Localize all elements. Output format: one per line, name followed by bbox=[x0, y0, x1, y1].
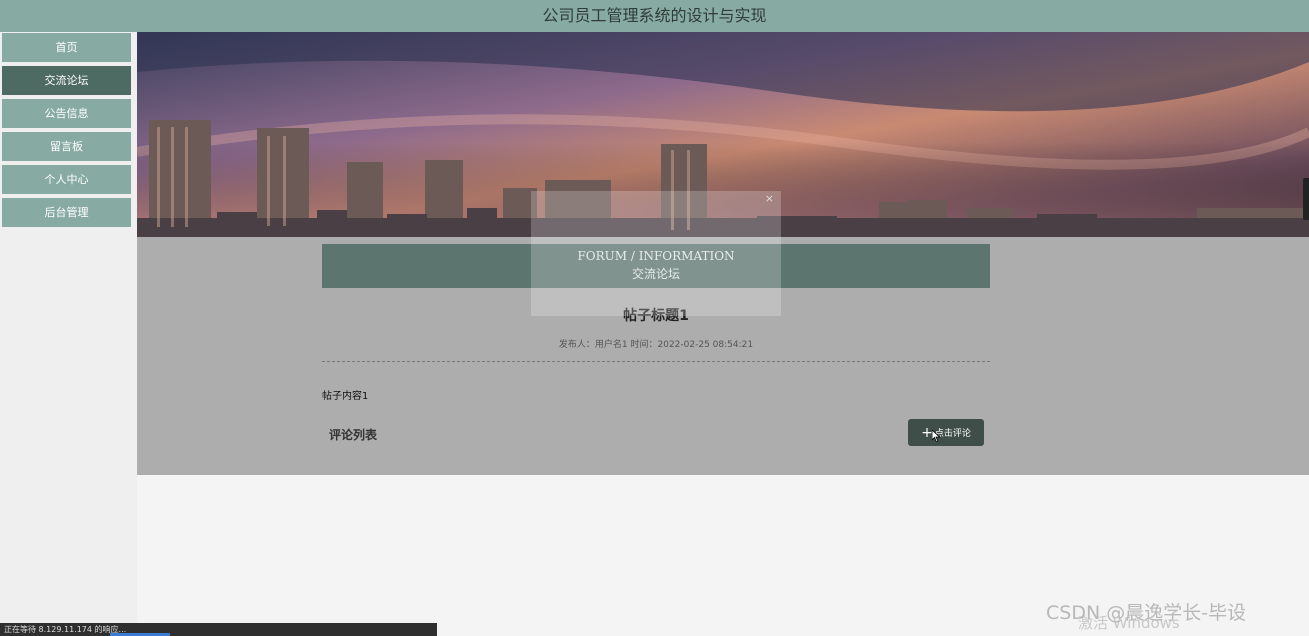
nav-item-forum[interactable]: 交流论坛 bbox=[2, 66, 131, 95]
comments-list-label: 评论列表 bbox=[329, 428, 378, 442]
post-meta: 发布人：用户名1 时间：2022-02-25 08:54:21 bbox=[558, 340, 754, 350]
nav-item-personal-center[interactable]: 个人中心 bbox=[2, 165, 131, 194]
nav-item-home[interactable]: 首页 bbox=[2, 33, 131, 62]
status-text: 正在等待 8.129.11.174 的响应... bbox=[4, 625, 127, 634]
add-comment-button[interactable]: + 点击评论 bbox=[908, 419, 984, 446]
app-title-bar: 公司员工管理系统的设计与实现 bbox=[0, 0, 1309, 32]
nav-item-announcements[interactable]: 公告信息 bbox=[2, 99, 131, 128]
add-comment-label: 点击评论 bbox=[934, 429, 971, 439]
divider bbox=[322, 361, 990, 362]
section-title-overlay: × FORUM / INFORMATION 交流论坛 bbox=[531, 191, 781, 316]
close-icon[interactable]: × bbox=[765, 192, 774, 205]
post-content: 帖子内容1 bbox=[322, 391, 369, 402]
section-title-en: FORUM / INFORMATION bbox=[577, 249, 735, 263]
nav-item-message-board[interactable]: 留言板 bbox=[2, 132, 131, 161]
section-title-cn: 交流论坛 bbox=[631, 267, 680, 281]
csdn-watermark: CSDN @晨逸学长-毕设 bbox=[1046, 602, 1247, 624]
nav-item-admin[interactable]: 后台管理 bbox=[2, 198, 131, 227]
sidebar: 首页 交流论坛 公告信息 留言板 个人中心 后台管理 bbox=[0, 32, 137, 636]
browser-status-bar: 正在等待 8.129.11.174 的响应... bbox=[0, 623, 437, 636]
app-title: 公司员工管理系统的设计与实现 bbox=[542, 6, 767, 25]
side-widget[interactable] bbox=[1303, 178, 1309, 220]
mouse-cursor-icon bbox=[932, 430, 940, 442]
